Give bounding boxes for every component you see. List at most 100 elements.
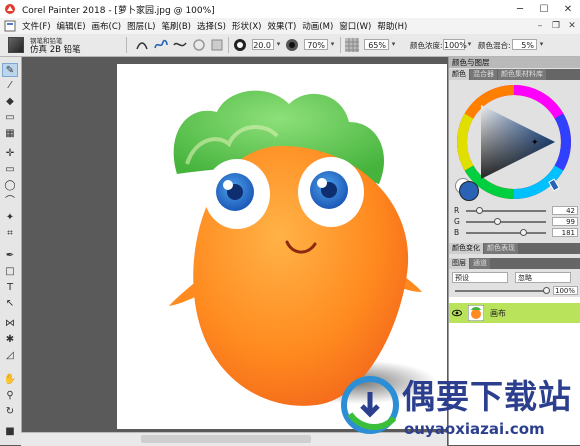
opacity-icon [286, 39, 298, 51]
menu-movie[interactable]: 动画(M) [299, 20, 336, 32]
menu-select[interactable]: 选择(S) [194, 20, 229, 32]
magic-wand-icon[interactable]: ✦ [2, 211, 18, 225]
slider-g[interactable]: G 99 [454, 217, 578, 227]
tab-layers[interactable]: 图层 [449, 258, 469, 269]
tab-color-variation[interactable]: 颜色变化 [449, 243, 483, 254]
perspective-icon[interactable]: ◿ [2, 349, 18, 363]
slider-g-label: G [454, 217, 460, 226]
size-field[interactable]: 20.0 [252, 39, 274, 50]
straight-stroke-icon[interactable] [172, 37, 188, 53]
stroke-type-icon[interactable] [134, 37, 150, 53]
color-mix-field[interactable]: 5% [512, 39, 537, 50]
color-variability-field[interactable]: 100% [443, 39, 467, 50]
main-color-swatch[interactable] [459, 181, 479, 201]
menu-file[interactable]: 文件(F) [19, 20, 54, 32]
layer-composite-select[interactable]: 忽略 [515, 272, 571, 283]
layer-mode-select[interactable]: 预设 [452, 272, 508, 283]
divider [228, 37, 229, 53]
slider-b-track[interactable] [466, 232, 546, 234]
layer-opacity-field[interactable]: 100% [553, 286, 578, 295]
tab-color-expression[interactable]: 颜色表现 [484, 243, 518, 254]
eye-icon[interactable] [452, 308, 462, 318]
oval-select-icon[interactable]: ◯ [2, 179, 18, 193]
rotate-page-icon[interactable]: ↻ [2, 405, 18, 419]
brush-ghost-icon[interactable] [209, 37, 225, 53]
pencil-brush-icon[interactable] [8, 37, 24, 53]
brush-size-icon [234, 39, 246, 51]
slider-g-knob[interactable] [494, 218, 502, 225]
eraser-tool-icon[interactable]: ▭ [2, 111, 18, 125]
menu-effects[interactable]: 效果(T) [264, 20, 299, 32]
doc-minimize-button[interactable]: – [532, 21, 548, 31]
brush-variant: 仿真 2B 铅笔 [30, 45, 81, 55]
opacity-dropdown[interactable]: ▾ [328, 39, 337, 50]
tab-channels[interactable]: 通道 [470, 258, 490, 269]
menu-brushes[interactable]: 笔刷(B) [159, 20, 194, 32]
crop-tool-icon[interactable]: ⌗ [2, 227, 18, 241]
menu-canvas[interactable]: 画布(C) [89, 20, 125, 32]
pen-tool-icon[interactable]: ✒ [2, 249, 18, 263]
divider [340, 37, 341, 53]
layers-tabs: 图层 通道 [449, 258, 580, 269]
shape-select-icon[interactable]: ↖ [2, 297, 18, 311]
tab-mixer[interactable]: 混合器 [470, 69, 497, 80]
magnifier-tool-icon[interactable]: ⚲ [2, 389, 18, 403]
doc-restore-button[interactable]: ❐ [548, 21, 564, 31]
slider-r[interactable]: R 42 [454, 206, 578, 216]
rectangle-shape-icon[interactable]: □ [2, 265, 18, 279]
grabber-tool-icon[interactable]: ✋ [2, 373, 18, 387]
lasso-tool-icon[interactable]: ⌒ [2, 195, 18, 209]
svg-text:✦: ✦ [531, 138, 539, 148]
maximize-button[interactable]: ☐ [532, 4, 556, 15]
slider-g-track[interactable] [466, 221, 546, 223]
window-title: Corel Painter 2018 - [萝卜家园.jpg @ 100%] [22, 5, 215, 16]
slider-b-value[interactable]: 181 [552, 228, 578, 237]
scroll-thumb[interactable] [141, 435, 311, 443]
reset-tool-icon[interactable] [191, 37, 207, 53]
layer-opacity-track[interactable] [455, 290, 547, 292]
text-tool-icon[interactable]: T [2, 281, 18, 295]
layer-row-canvas[interactable]: 画布 [449, 303, 580, 323]
layer-adjuster-icon[interactable]: ✛ [2, 147, 18, 161]
clone-tool-icon[interactable]: ▦ [2, 127, 18, 141]
slider-r-knob[interactable] [475, 207, 483, 214]
site-watermark: 偶要下载站 ouyaoxiazai.com [338, 366, 580, 445]
menu-help[interactable]: 帮助(H) [374, 20, 410, 32]
kaleidoscope-icon[interactable]: ✱ [2, 333, 18, 347]
menu-window[interactable]: 窗口(W) [336, 20, 374, 32]
size-dropdown[interactable]: ▾ [274, 39, 283, 50]
rect-select-icon[interactable]: ▭ [2, 163, 18, 177]
slider-b-knob[interactable] [519, 229, 527, 236]
grain-icon [345, 38, 359, 52]
doc-close-button[interactable]: ✕ [564, 21, 580, 31]
grain-dropdown[interactable]: ▾ [389, 39, 398, 50]
minimize-button[interactable]: ─ [508, 4, 532, 15]
slider-b[interactable]: B 181 [454, 228, 578, 238]
brush-selector[interactable]: 钢笔和铅笔 仿真 2B 铅笔 [0, 34, 100, 56]
tab-color-sets[interactable]: 颜色集材料库 [498, 69, 546, 80]
title-bar: Corel Painter 2018 - [萝卜家园.jpg @ 100%] ─… [0, 0, 580, 18]
brush-tool-icon[interactable]: ✎ [2, 63, 18, 77]
color-variability-label: 颜色浓度: [410, 41, 443, 50]
document-icon[interactable] [3, 20, 17, 32]
slider-b-label: B [454, 228, 460, 237]
dropper-tool-icon[interactable]: ⁄ [2, 79, 18, 93]
menu-layers[interactable]: 图层(L) [124, 20, 158, 32]
color-variability-dropdown[interactable]: ▾ [465, 39, 474, 50]
paint-bucket-icon[interactable]: ◆ [2, 95, 18, 109]
color-mix-dropdown[interactable]: ▾ [537, 39, 546, 50]
layer-opacity-knob[interactable] [543, 287, 550, 294]
slider-g-value[interactable]: 99 [552, 217, 578, 226]
mirror-tool-icon[interactable]: ⋈ [2, 317, 18, 331]
slider-r-value[interactable]: 42 [552, 206, 578, 215]
opacity-field[interactable]: 70% [304, 39, 328, 50]
color-swatch-icon[interactable]: ■ [2, 425, 18, 439]
panel-group-title: 颜色与图层 [449, 57, 580, 68]
menu-edit[interactable]: 编辑(E) [54, 20, 89, 32]
slider-r-label: R [454, 206, 460, 215]
tab-color[interactable]: 颜色 [449, 69, 469, 80]
grain-field[interactable]: 65% [364, 39, 389, 50]
close-button[interactable]: ✕ [556, 4, 580, 15]
menu-shapes[interactable]: 形状(X) [229, 20, 264, 32]
freehand-stroke-icon[interactable] [153, 37, 169, 53]
